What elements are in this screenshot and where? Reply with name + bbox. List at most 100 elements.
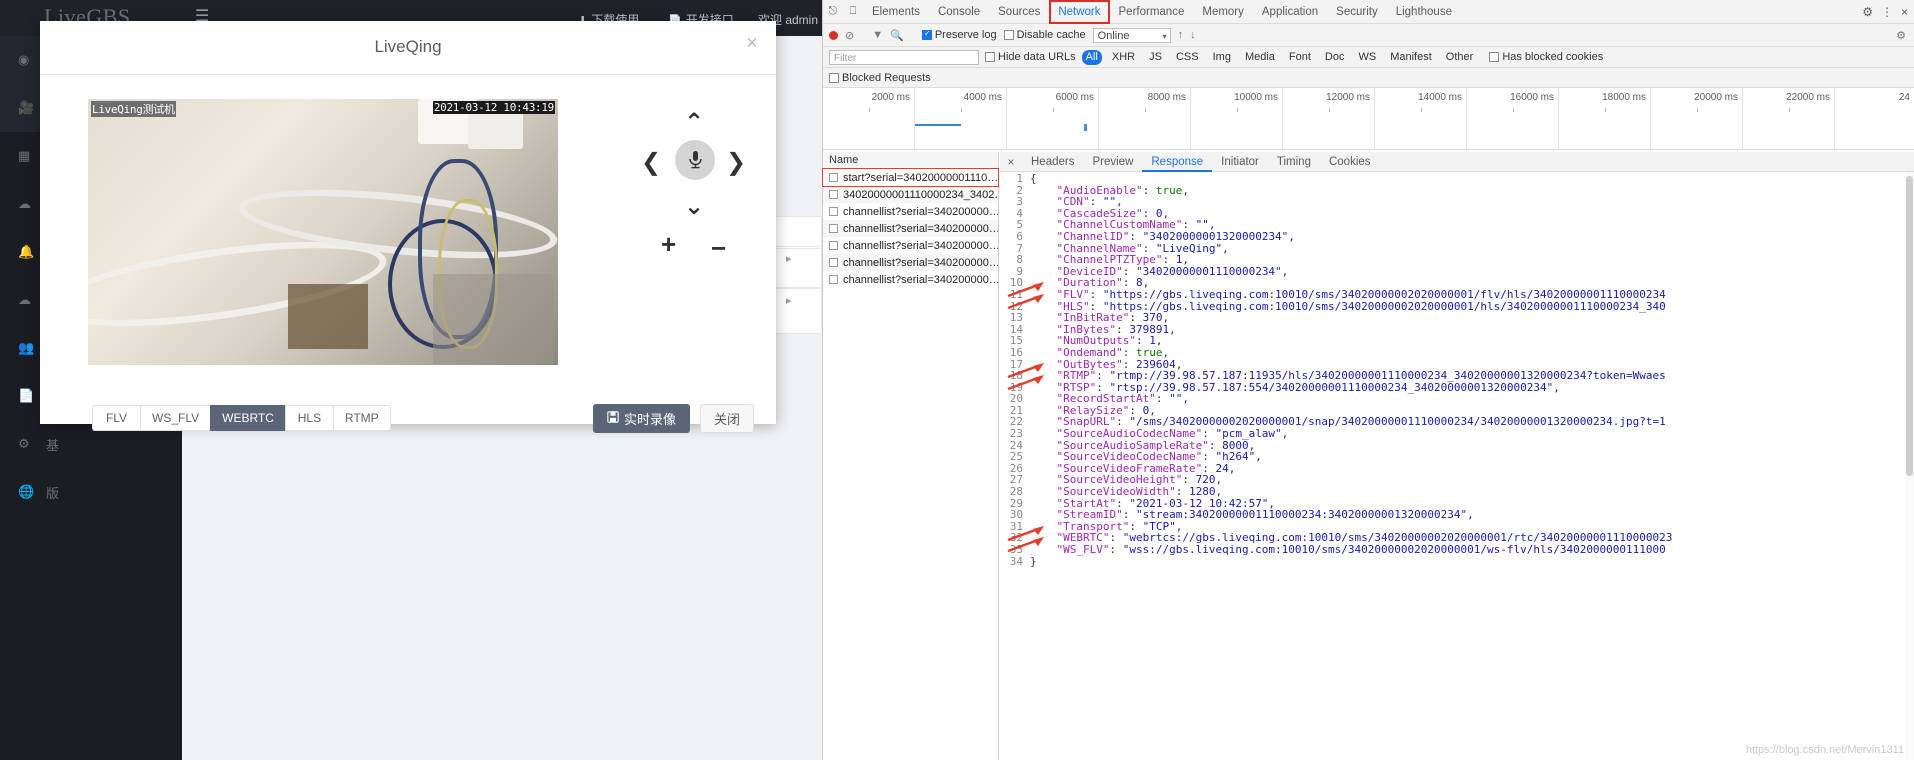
tab-memory[interactable]: Memory [1193, 0, 1253, 24]
record-stop-icon[interactable] [829, 30, 838, 40]
filter-type-manifest[interactable]: Manifest [1386, 50, 1436, 65]
request-checkbox[interactable] [829, 173, 838, 182]
tab-lighthouse[interactable]: Lighthouse [1387, 0, 1461, 24]
request-row-5[interactable]: channellist?serial=340200000… [823, 254, 998, 271]
zoom-in-button[interactable]: + [661, 231, 676, 257]
gear-icon[interactable]: ⚙ [1862, 5, 1873, 19]
timeline-label: 16000 ms [1510, 92, 1554, 103]
chevron-left-icon[interactable]: ❮ [641, 151, 661, 175]
filter-type-xhr[interactable]: XHR [1108, 50, 1139, 65]
search-icon[interactable]: 🔍 [890, 29, 904, 42]
detail-tab-response[interactable]: Response [1142, 152, 1213, 172]
hide-data-urls-checkbox[interactable]: Hide data URLs [985, 51, 1076, 63]
tab-performance[interactable]: Performance [1110, 0, 1194, 24]
request-row-1[interactable]: 34020000001110000234_3402… [823, 186, 998, 203]
request-row-4[interactable]: channellist?serial=340200000… [823, 237, 998, 254]
request-checkbox[interactable] [829, 190, 838, 199]
request-row-0[interactable]: start?serial=34020000001110… [822, 168, 999, 187]
filter-type-media[interactable]: Media [1241, 50, 1279, 65]
filter-icon[interactable]: ▼ [872, 29, 883, 41]
network-toolbar: ⊘ ▼ 🔍 Preserve log Disable cache Online … [823, 24, 1914, 47]
filter-type-img[interactable]: Img [1209, 50, 1235, 65]
close-icon[interactable]: × [740, 32, 764, 56]
code-line: 33 "WS_FLV": "wss://gbs.liveqing.com:100… [1000, 543, 1914, 556]
blocked-requests-bar: Blocked Requests [823, 68, 1914, 88]
format-rtmp[interactable]: RTMP [332, 405, 391, 431]
clear-icon[interactable]: ⊘ [845, 29, 854, 42]
line-text: } [1030, 554, 1037, 568]
filter-type-doc[interactable]: Doc [1321, 50, 1349, 65]
detail-tab-preview[interactable]: Preview [1083, 152, 1142, 172]
video-player[interactable]: LiveQing测试机 2021-03-12 10:43:19 [88, 99, 558, 365]
requests-list[interactable]: Name start?serial=34020000001110… 340200… [822, 152, 999, 760]
network-timeline[interactable]: 2000 ms 4000 ms 6000 ms 8000 ms 10000 ms… [823, 88, 1914, 150]
disable-cache-checkbox[interactable]: Disable cache [1003, 29, 1086, 41]
filter-type-font[interactable]: Font [1285, 50, 1315, 65]
format-ws-flv[interactable]: WS_FLV [140, 405, 211, 431]
inspect-icon[interactable]: ⎋ [823, 5, 843, 18]
preserve-log-checkbox[interactable]: Preserve log [921, 29, 997, 41]
response-body-viewer[interactable]: 1{2 "AudioEnable": true, 3 "CDN": "", 4 "C… [1000, 172, 1914, 760]
filter-type-css[interactable]: CSS [1172, 50, 1203, 65]
request-row-6[interactable]: channellist?serial=340200000… [823, 271, 998, 288]
format-hls[interactable]: HLS [284, 405, 333, 431]
request-checkbox[interactable] [829, 224, 838, 233]
code-line: 14 "InBytes": 379891, [1000, 323, 1914, 336]
code-line: 30 "StreamID": "stream:34020000001110000… [1000, 508, 1914, 521]
zoom-out-button[interactable]: − [711, 235, 726, 261]
tab-network[interactable]: Network [1049, 0, 1110, 24]
tab-application[interactable]: Application [1253, 0, 1327, 24]
request-row-2[interactable]: channellist?serial=340200000… [823, 203, 998, 220]
gear-icon[interactable]: ⚙ [1896, 29, 1906, 42]
tab-sources[interactable]: Sources [989, 0, 1049, 24]
close-icon[interactable]: × [1000, 155, 1022, 169]
blocked-requests-checkbox[interactable]: Blocked Requests [829, 72, 931, 84]
chevron-right-icon[interactable]: ❯ [726, 151, 746, 175]
code-line: 9 "DeviceID": "34020000001110000234", [1000, 265, 1914, 278]
record-button[interactable]: 实时录像 [592, 404, 690, 433]
chevron-up-icon[interactable]: ⌃ [684, 111, 704, 135]
tab-console[interactable]: Console [929, 0, 989, 24]
filter-type-ws[interactable]: WS [1354, 50, 1380, 65]
tab-security[interactable]: Security [1327, 0, 1387, 24]
detail-tab-initiator[interactable]: Initiator [1212, 152, 1268, 172]
format-webrtc[interactable]: WEBRTC [210, 405, 285, 431]
timeline-label: 20000 ms [1694, 92, 1738, 103]
request-detail-panel: × Headers Preview Response Initiator Tim… [1000, 152, 1914, 760]
microphone-icon[interactable] [675, 140, 715, 180]
filter-input[interactable]: Filter [829, 49, 979, 65]
detail-tab-timing[interactable]: Timing [1268, 152, 1320, 172]
request-row-3[interactable]: channellist?serial=340200000… [823, 220, 998, 237]
request-checkbox[interactable] [829, 258, 838, 267]
export-har-icon[interactable]: ↓ [1190, 29, 1196, 41]
chevron-down-icon[interactable]: ⌄ [684, 195, 704, 219]
request-checkbox[interactable] [829, 275, 838, 284]
import-har-icon[interactable]: ↑ [1178, 29, 1184, 41]
detail-tab-headers[interactable]: Headers [1022, 152, 1083, 172]
detail-tab-cookies[interactable]: Cookies [1320, 152, 1380, 172]
code-line: 27 "SourceVideoHeight": 720, [1000, 473, 1914, 486]
filter-type-other[interactable]: Other [1442, 50, 1478, 65]
request-checkbox[interactable] [829, 207, 838, 216]
throttle-select[interactable]: Online [1092, 27, 1171, 44]
more-vertical-icon[interactable]: ⋮ [1881, 5, 1893, 19]
timeline-label: 2000 ms [871, 92, 910, 103]
tab-elements[interactable]: Elements [863, 0, 929, 24]
format-flv[interactable]: FLV [92, 405, 140, 431]
save-icon [607, 411, 619, 426]
code-line: 8 "ChannelPTZType": 1, [1000, 253, 1914, 266]
request-checkbox[interactable] [829, 241, 838, 250]
checkbox-box [829, 72, 839, 83]
close-button[interactable]: 关闭 [699, 404, 754, 433]
checkbox-box [985, 52, 995, 62]
has-blocked-cookies-checkbox[interactable]: Has blocked cookies [1489, 51, 1603, 63]
scrollbar-thumb[interactable] [1906, 176, 1913, 476]
close-icon[interactable]: × [1901, 5, 1908, 19]
filter-type-all[interactable]: All [1081, 49, 1102, 65]
code-line: 2 "AudioEnable": true, [1000, 184, 1914, 197]
filter-type-js[interactable]: JS [1145, 50, 1166, 65]
stream-format-group: FLV WS_FLV WEBRTC HLS RTMP [92, 405, 391, 431]
code-line: 10 "Duration": 8, [1000, 276, 1914, 289]
device-toolbar-icon[interactable]: ⎕ [843, 5, 863, 18]
timeline-label: 12000 ms [1326, 92, 1370, 103]
